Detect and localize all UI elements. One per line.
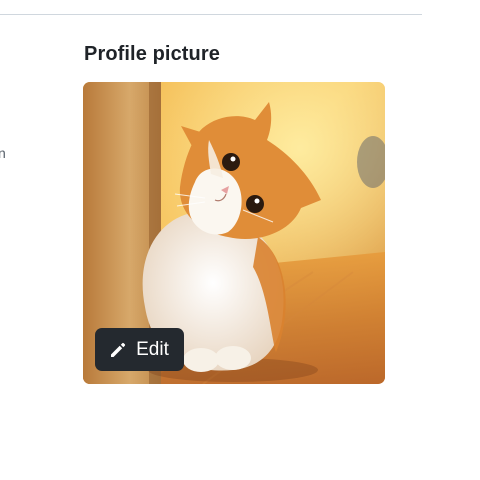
edit-profile-picture-button[interactable]: Edit (95, 328, 184, 371)
profile-picture-heading: Profile picture (84, 43, 220, 65)
profile-settings-page: n Profile picture Edit (0, 0, 480, 480)
sidebar-text-fragment: n (0, 145, 6, 161)
pencil-icon (108, 340, 128, 360)
edit-button-label: Edit (136, 338, 169, 360)
top-divider (0, 14, 422, 15)
